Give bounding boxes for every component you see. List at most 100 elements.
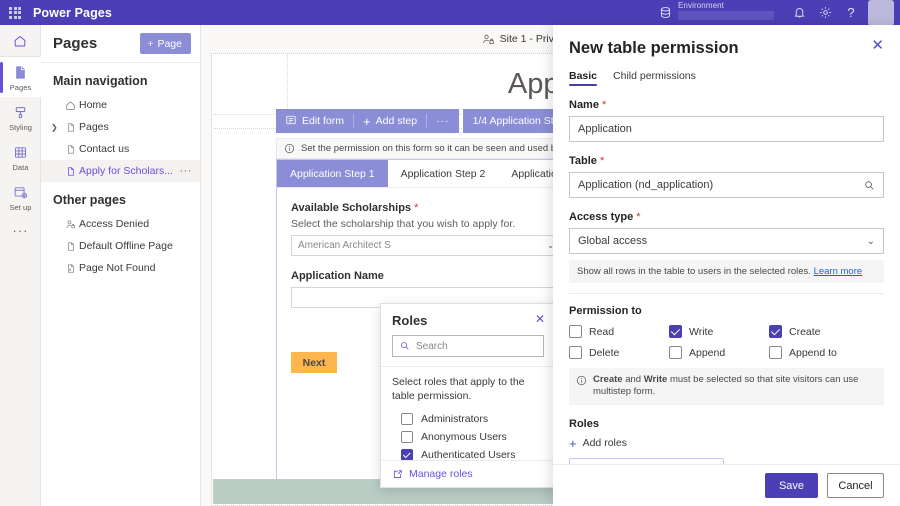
component-floating-toolbar: Edit form + Add step ··· 1/4 Application… bbox=[276, 109, 598, 133]
sidebar-item-styling[interactable]: Styling bbox=[0, 97, 41, 137]
nav-group-other: Other pages Access Denied Default Offlin… bbox=[41, 182, 200, 279]
tab-basic[interactable]: Basic bbox=[569, 70, 598, 86]
tree-item-more-button[interactable]: ··· bbox=[180, 165, 193, 177]
tree-item-contact-us[interactable]: Contact us bbox=[41, 138, 200, 160]
page-title: Pages bbox=[53, 35, 98, 52]
tree-item-apply-for-scholarship[interactable]: Apply for Scholars... ··· bbox=[41, 160, 200, 182]
permission-checkbox-append-to[interactable]: Append to bbox=[769, 346, 884, 359]
setup-gear-icon bbox=[13, 184, 28, 201]
edit-form-button[interactable]: Edit form bbox=[276, 109, 353, 133]
plus-icon: + bbox=[147, 37, 154, 50]
help-question-icon[interactable]: ? bbox=[838, 0, 864, 25]
roles-flyout-panel: Roles ✕ Search Select roles that apply t… bbox=[380, 303, 556, 488]
add-roles-button[interactable]: + Add roles bbox=[569, 437, 884, 450]
new-table-permission-panel: New table permission ✕ Basic Child permi… bbox=[553, 25, 900, 506]
panel-header: New table permission ✕ bbox=[553, 25, 900, 58]
tab-application-step-2[interactable]: Application Step 2 bbox=[388, 160, 499, 187]
rail-home-icon[interactable] bbox=[0, 25, 40, 57]
permission-checkbox-write[interactable]: Write bbox=[669, 325, 769, 338]
checkbox-checked-icon bbox=[669, 325, 682, 338]
nav-group-other-title: Other pages bbox=[53, 193, 126, 207]
role-checkbox-anonymous-users-label: Anonymous Users bbox=[421, 431, 507, 444]
add-page-button[interactable]: + Page bbox=[140, 33, 191, 54]
environment-icon[interactable] bbox=[652, 0, 678, 25]
tree-item-pages-label: Pages bbox=[79, 121, 109, 133]
tree-item-contact-us-label: Contact us bbox=[79, 143, 130, 155]
page-missing-icon bbox=[62, 263, 79, 274]
role-checkbox-administrators[interactable]: Administrators bbox=[381, 410, 555, 428]
field-label-text: Application Name bbox=[291, 270, 384, 282]
permission-requirement-note: Create and Write must be selected so tha… bbox=[569, 368, 884, 405]
name-field[interactable]: Application bbox=[569, 116, 884, 142]
permission-requirement-note-text: Create and Write must be selected so tha… bbox=[593, 374, 876, 399]
search-icon bbox=[400, 341, 410, 351]
note-bold-create: Create bbox=[593, 374, 623, 385]
close-icon[interactable]: ✕ bbox=[535, 313, 545, 325]
pages-icon bbox=[13, 64, 28, 81]
component-toolbar-group: Edit form + Add step ··· bbox=[276, 109, 459, 133]
person-lock-icon bbox=[62, 219, 79, 230]
tree-item-home[interactable]: Home bbox=[41, 94, 200, 116]
pages-pane-header: Pages + Page bbox=[41, 25, 200, 63]
sidebar-item-pages[interactable]: Pages bbox=[0, 57, 41, 97]
role-checkbox-anonymous-users[interactable]: Anonymous Users bbox=[381, 428, 555, 446]
add-page-button-label: Page bbox=[157, 37, 182, 50]
save-button[interactable]: Save bbox=[765, 473, 818, 498]
roles-flyout-title: Roles bbox=[392, 313, 428, 328]
add-step-button[interactable]: + Add step bbox=[354, 109, 426, 133]
tree-item-pages[interactable]: ❯ Pages bbox=[41, 116, 200, 138]
gear-icon[interactable] bbox=[812, 0, 838, 25]
data-table-icon bbox=[13, 144, 28, 161]
access-type-select[interactable]: Global access ⌄ bbox=[569, 228, 884, 254]
checkbox-icon bbox=[569, 325, 582, 338]
permission-checkbox-create[interactable]: Create bbox=[769, 325, 884, 338]
roles-search-input[interactable]: Search bbox=[392, 335, 544, 357]
permission-checkbox-delete[interactable]: Delete bbox=[569, 346, 669, 359]
tree-item-access-denied[interactable]: Access Denied bbox=[41, 213, 200, 235]
cancel-button[interactable]: Cancel bbox=[827, 473, 884, 498]
learn-more-link[interactable]: Learn more bbox=[814, 266, 863, 277]
left-navigation-rail: Pages Styling Data Set up ··· bbox=[0, 25, 41, 506]
table-field[interactable]: Application (nd_application) bbox=[569, 172, 884, 198]
close-icon[interactable]: ✕ bbox=[871, 38, 884, 52]
chevron-right-icon[interactable]: ❯ bbox=[51, 123, 62, 132]
notification-bell-icon[interactable] bbox=[786, 0, 812, 25]
name-field-value: Application bbox=[578, 123, 632, 135]
permission-checkbox-append[interactable]: Append bbox=[669, 346, 769, 359]
avatar[interactable] bbox=[868, 0, 894, 26]
panel-body: Name * Application Table * Application (… bbox=[553, 99, 900, 480]
sidebar-item-setup[interactable]: Set up bbox=[0, 177, 41, 217]
permission-checkbox-read-label: Read bbox=[589, 325, 615, 338]
required-asterisk: * bbox=[414, 202, 419, 214]
roles-search-placeholder: Search bbox=[416, 340, 448, 352]
search-icon[interactable] bbox=[864, 180, 875, 191]
environment-value-redacted bbox=[678, 11, 774, 20]
suite-header-actions: Environment ? bbox=[652, 0, 900, 26]
tree-item-default-offline-page[interactable]: Default Offline Page bbox=[41, 235, 200, 257]
styling-brush-icon bbox=[13, 104, 28, 121]
required-asterisk: * bbox=[599, 155, 605, 167]
sidebar-item-styling-label: Styling bbox=[9, 123, 32, 132]
roles-flyout-header: Roles ✕ bbox=[381, 304, 555, 328]
permission-checkbox-read[interactable]: Read bbox=[569, 325, 669, 338]
tab-application-step-1[interactable]: Application Step 1 bbox=[277, 160, 388, 187]
tree-item-page-not-found[interactable]: Page Not Found bbox=[41, 257, 200, 279]
access-type-field-label: Access type * bbox=[569, 211, 884, 223]
permission-to-label: Permission to bbox=[569, 305, 642, 317]
component-overflow-button[interactable]: ··· bbox=[427, 109, 459, 133]
external-link-icon bbox=[392, 469, 403, 480]
sidebar-item-setup-label: Set up bbox=[9, 203, 32, 212]
environment-selector[interactable]: Environment bbox=[678, 0, 784, 25]
waffle-icon[interactable] bbox=[0, 0, 30, 25]
manage-roles-link[interactable]: Manage roles bbox=[381, 460, 555, 487]
panel-title: New table permission bbox=[569, 39, 739, 57]
next-button[interactable]: Next bbox=[291, 352, 337, 373]
rail-more-button[interactable]: ··· bbox=[0, 217, 41, 243]
site-private-icon bbox=[482, 33, 495, 46]
plus-icon: + bbox=[363, 113, 371, 129]
tab-child-permissions[interactable]: Child permissions bbox=[613, 70, 696, 86]
available-scholarships-select[interactable]: American Architect S ⌄ bbox=[291, 235, 561, 256]
sidebar-item-data[interactable]: Data bbox=[0, 137, 41, 177]
field-label-text: Available Scholarships bbox=[291, 202, 412, 214]
tree-item-access-denied-label: Access Denied bbox=[79, 218, 150, 230]
